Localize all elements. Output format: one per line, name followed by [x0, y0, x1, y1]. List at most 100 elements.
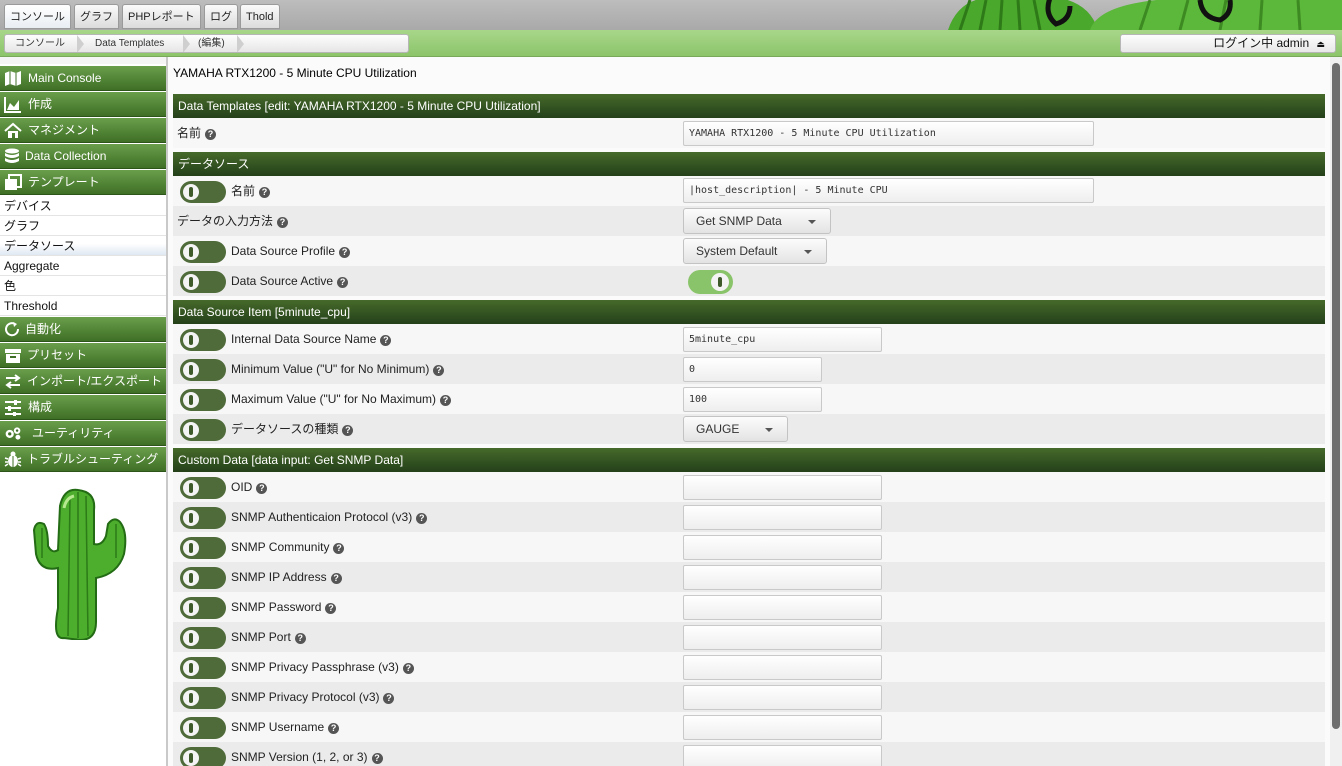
snmp-version-input[interactable] — [683, 745, 882, 766]
scrollbar[interactable] — [1330, 57, 1342, 766]
breadcrumb-console[interactable]: コンソール — [5, 35, 65, 52]
help-icon[interactable]: ? — [371, 753, 383, 764]
override-toggle[interactable] — [180, 537, 226, 559]
help-icon[interactable]: ? — [339, 247, 351, 258]
field-label: データの入力方法 — [177, 214, 274, 228]
override-toggle[interactable] — [180, 329, 226, 351]
login-menu[interactable]: ログイン中 admin ⏏ — [1120, 34, 1336, 53]
help-icon[interactable]: ? — [259, 187, 271, 198]
internal-name-input[interactable]: 5minute_cpu — [683, 327, 882, 352]
sidebar-item-data-collection[interactable]: Data Collection — [0, 144, 166, 169]
sidebar-subitem-devices[interactable]: デバイス — [0, 196, 166, 216]
sidebar-item-presets[interactable]: プリセット — [0, 343, 166, 368]
row-custom-field: SNMP Username? — [173, 712, 1325, 742]
sidebar-subitem-aggregate[interactable]: Aggregate — [0, 256, 166, 276]
help-icon[interactable]: ? — [342, 425, 354, 436]
override-toggle[interactable] — [180, 241, 226, 263]
breadcrumb-data-templates[interactable]: Data Templates — [85, 35, 164, 52]
field-label: SNMP Password — [231, 600, 322, 614]
field-label: Internal Data Source Name — [231, 332, 377, 346]
help-icon[interactable]: ? — [440, 395, 451, 406]
help-icon[interactable]: ? — [383, 693, 395, 704]
cactus-logo — [30, 488, 130, 642]
home-icon — [4, 122, 22, 138]
sidebar-subitem-threshold[interactable]: Threshold — [0, 296, 166, 316]
snmp-privacy-passphrase-input[interactable] — [683, 655, 882, 680]
ds-type-select[interactable]: GAUGE — [683, 416, 788, 442]
sidebar-item-create[interactable]: 作成 — [0, 92, 166, 117]
override-toggle[interactable] — [180, 389, 226, 411]
override-toggle[interactable] — [180, 567, 226, 589]
min-value-input[interactable]: 0 — [683, 357, 822, 382]
override-toggle[interactable] — [180, 597, 226, 619]
row-min-value: Minimum Value ("U" for No Minimum)? 0 — [173, 354, 1325, 384]
help-icon[interactable]: ? — [337, 277, 349, 288]
sidebar-item-troubleshooting[interactable]: トラブルシューティング — [0, 447, 166, 472]
help-icon[interactable]: ? — [277, 217, 289, 228]
help-icon[interactable]: ? — [402, 663, 414, 674]
row-ds-profile: Data Source Profile? System Default — [173, 236, 1325, 266]
help-icon[interactable]: ? — [380, 335, 392, 346]
help-icon[interactable]: ? — [328, 723, 340, 734]
sidebar-item-automation[interactable]: 自動化 — [0, 317, 166, 342]
help-icon[interactable]: ? — [294, 633, 306, 644]
help-icon[interactable]: ? — [416, 513, 428, 524]
row-internal-name: Internal Data Source Name? 5minute_cpu — [173, 324, 1325, 354]
sidebar-item-label: Main Console — [28, 71, 102, 85]
exchange-icon — [5, 374, 21, 389]
field-label: Minimum Value ("U" for No Minimum) — [231, 362, 430, 376]
override-toggle[interactable] — [180, 627, 226, 649]
tab-log[interactable]: ログ — [204, 4, 238, 29]
sidebar-item-label: プリセット — [27, 348, 88, 362]
override-toggle[interactable] — [180, 271, 226, 293]
help-icon[interactable]: ? — [433, 365, 445, 376]
tab-console[interactable]: コンソール — [4, 4, 71, 29]
help-icon[interactable]: ? — [325, 603, 337, 614]
sidebar-item-management[interactable]: マネジメント — [0, 118, 166, 143]
ds-name-input[interactable]: |host_description| - 5 Minute CPU — [683, 178, 1094, 203]
sidebar-item-import-export[interactable]: インポート/エクスポート — [0, 369, 166, 394]
help-icon[interactable]: ? — [205, 129, 217, 140]
sidebar-subitem-graphs[interactable]: グラフ — [0, 216, 166, 236]
sidebar-subitem-colors[interactable]: 色 — [0, 276, 166, 296]
override-toggle[interactable] — [180, 419, 226, 441]
sidebar-item-main-console[interactable]: Main Console — [0, 66, 166, 91]
snmp-password-input[interactable] — [683, 595, 882, 620]
snmp-privacy-protocol-input[interactable] — [683, 685, 882, 710]
sidebar-item-configuration[interactable]: 構成 — [0, 395, 166, 420]
override-toggle[interactable] — [180, 747, 226, 766]
input-method-select[interactable]: Get SNMP Data — [683, 208, 831, 234]
oid-input[interactable] — [683, 475, 882, 500]
snmp-port-input[interactable] — [683, 625, 882, 650]
snmp-username-input[interactable] — [683, 715, 882, 740]
tab-graphs[interactable]: グラフ — [74, 4, 119, 29]
sidebar-item-label: 作成 — [28, 97, 53, 111]
template-name-input[interactable]: YAMAHA RTX1200 - 5 Minute CPU Utilizatio… — [683, 121, 1094, 146]
tab-thold[interactable]: Thold — [240, 4, 280, 29]
scrollbar-thumb[interactable] — [1332, 63, 1340, 729]
override-toggle[interactable] — [180, 507, 226, 529]
override-toggle[interactable] — [180, 359, 226, 381]
section-header-data-template: Data Templates [edit: YAMAHA RTX1200 - 5… — [173, 94, 1325, 118]
override-toggle[interactable] — [180, 477, 226, 499]
sidebar-item-templates[interactable]: テンプレート — [0, 170, 166, 195]
override-toggle[interactable] — [180, 657, 226, 679]
tab-php-report[interactable]: PHPレポート — [122, 4, 201, 29]
ds-active-switch[interactable] — [688, 270, 733, 294]
sidebar-item-label: マネジメント — [28, 123, 101, 137]
snmp-community-input[interactable] — [683, 535, 882, 560]
ds-profile-select[interactable]: System Default — [683, 238, 827, 264]
override-toggle[interactable] — [180, 181, 226, 203]
snmp-ip-address-input[interactable] — [683, 565, 882, 590]
help-icon[interactable]: ? — [330, 573, 342, 584]
override-toggle[interactable] — [180, 687, 226, 709]
field-label: SNMP Port — [231, 630, 291, 644]
help-icon[interactable]: ? — [333, 543, 345, 554]
help-icon[interactable]: ? — [256, 483, 268, 494]
max-value-input[interactable]: 100 — [683, 387, 822, 412]
override-toggle[interactable] — [180, 717, 226, 739]
snmp-auth-protocol-input[interactable] — [683, 505, 882, 530]
sidebar-item-utilities[interactable]: ユーティリティ — [0, 421, 166, 446]
sidebar-subitem-data-sources[interactable]: データソース — [0, 236, 166, 256]
sidebar-item-label: 構成 — [28, 400, 53, 414]
